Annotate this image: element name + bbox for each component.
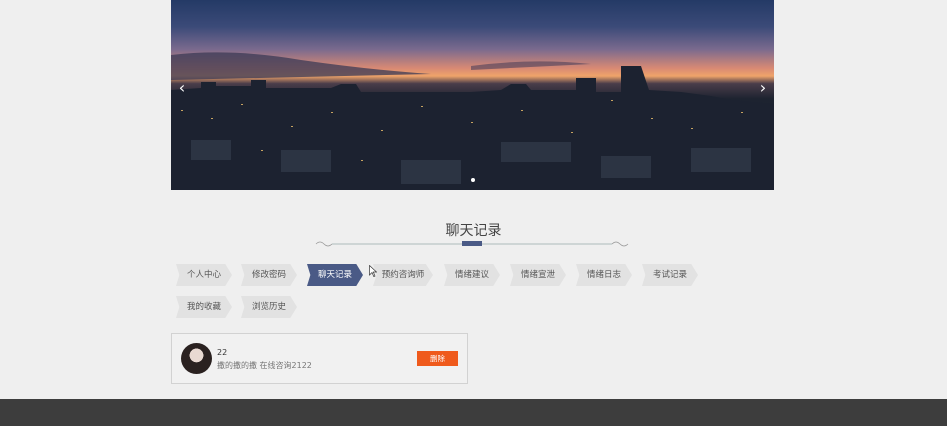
- title-divider-ornament: [315, 241, 629, 247]
- tab-my-favorites[interactable]: 我的收藏: [176, 296, 232, 318]
- carousel-dot[interactable]: [470, 178, 475, 182]
- carousel-prev-button[interactable]: ‹: [174, 78, 190, 98]
- carousel-next-button[interactable]: ›: [755, 78, 771, 98]
- page: ‹ › 聊天记录 个人中心 修改密码 聊天记录 预约咨询师 情绪建议 情绪宣泄 …: [0, 0, 947, 426]
- tab-emotion-advice[interactable]: 情绪建议: [444, 264, 500, 286]
- avatar: [181, 343, 212, 374]
- tab-book-counselor[interactable]: 预约咨询师: [373, 264, 433, 286]
- tab-emotion-diary[interactable]: 情绪日志: [576, 264, 632, 286]
- chat-record-message: 撒的撒的撒 在线咨询2122: [217, 361, 312, 370]
- chevron-left-icon: ‹: [178, 78, 186, 97]
- tab-exam-records[interactable]: 考试记录: [642, 264, 698, 286]
- mouse-cursor-icon: [369, 265, 377, 277]
- tab-change-password[interactable]: 修改密码: [241, 264, 297, 286]
- carousel-indicators: [171, 167, 774, 186]
- footer: [0, 399, 947, 426]
- chat-record-name: 22: [217, 348, 228, 357]
- tab-chat-records[interactable]: 聊天记录: [307, 264, 363, 286]
- banner-carousel[interactable]: ‹ ›: [171, 0, 774, 190]
- chat-record-item: 22 撒的撒的撒 在线咨询2122 删除: [171, 333, 468, 384]
- city-skyline-image: [171, 52, 774, 190]
- page-title: 聊天记录: [445, 223, 502, 239]
- delete-button[interactable]: 删除: [417, 351, 458, 366]
- chevron-right-icon: ›: [759, 78, 767, 97]
- tab-browse-history[interactable]: 浏览历史: [241, 296, 297, 318]
- tab-personal-center[interactable]: 个人中心: [176, 264, 232, 286]
- tab-emotion-venting[interactable]: 情绪宣泄: [510, 264, 566, 286]
